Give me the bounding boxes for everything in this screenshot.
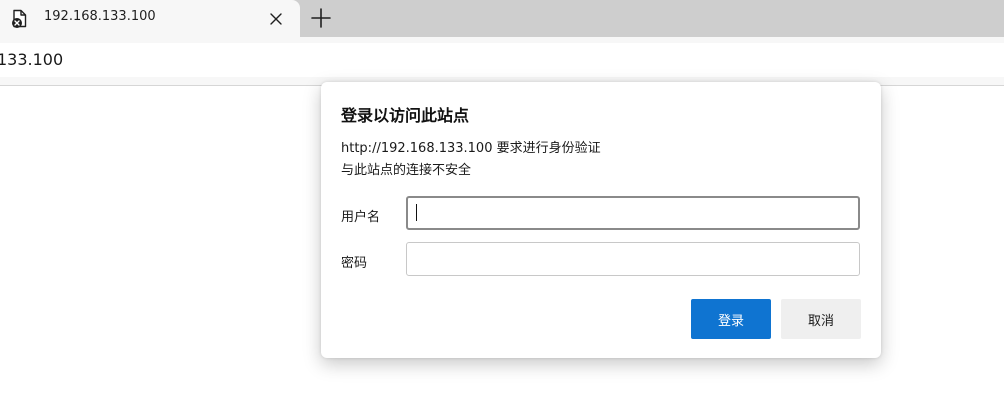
auth-dialog: 登录以访问此站点 http://192.168.133.100 要求进行身份验证… bbox=[321, 82, 881, 358]
password-label: 密码 bbox=[341, 256, 368, 271]
url-field[interactable]: 133.100 bbox=[0, 43, 1004, 77]
tab-title: 192.168.133.100 bbox=[44, 9, 156, 24]
text-cursor bbox=[416, 204, 417, 221]
insecure-page-icon bbox=[10, 8, 30, 29]
url-text: 133.100 bbox=[0, 50, 64, 69]
tab-strip: 192.168.133.100 bbox=[0, 0, 1004, 37]
address-bar: 133.100 bbox=[0, 37, 1004, 85]
password-input[interactable] bbox=[406, 242, 860, 276]
auth-message: http://192.168.133.100 要求进行身份验证 bbox=[341, 141, 601, 156]
cancel-button[interactable]: 取消 bbox=[781, 299, 861, 339]
username-input[interactable] bbox=[406, 196, 860, 230]
dialog-title: 登录以访问此站点 bbox=[341, 106, 470, 125]
insecure-warning: 与此站点的连接不安全 bbox=[341, 163, 472, 178]
login-button[interactable]: 登录 bbox=[691, 299, 771, 339]
username-label: 用户名 bbox=[341, 210, 381, 225]
plus-icon[interactable] bbox=[308, 5, 334, 31]
close-icon[interactable] bbox=[266, 9, 286, 29]
browser-tab[interactable]: 192.168.133.100 bbox=[0, 0, 300, 37]
